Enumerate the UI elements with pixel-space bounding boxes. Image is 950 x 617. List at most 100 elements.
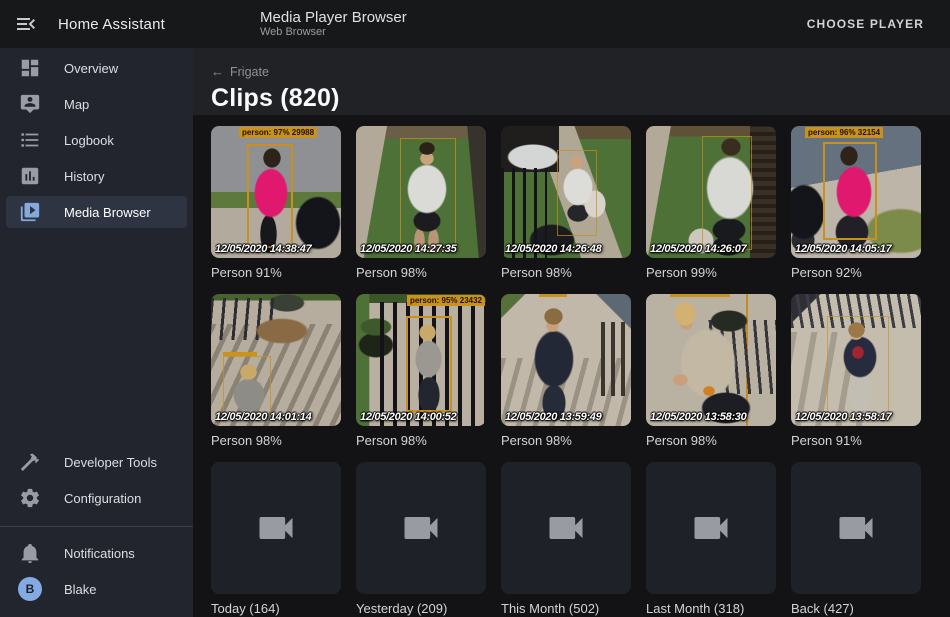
folder-thumbnail [501, 462, 631, 594]
detection-overlay-label: person: 97% 29988 [239, 127, 317, 138]
sidebar-bottom: Developer Tools Configuration Notificatio… [0, 446, 193, 617]
sidebar-item-label: History [64, 169, 104, 184]
clip-thumbnail: 12/05/2020 13:59:49 [501, 294, 631, 426]
sidebar-toggle-button[interactable] [14, 12, 38, 36]
history-icon [18, 164, 42, 188]
sidebar-item-label: Overview [64, 61, 118, 76]
clip-card[interactable]: 12/05/2020 14:26:48 Person 98% [501, 126, 631, 281]
breadcrumb-label: Frigate [230, 65, 269, 79]
back-arrow-icon: ← [211, 64, 224, 79]
sidebar-item-notifications[interactable]: Notifications [6, 537, 187, 569]
clip-label: Person 91% [211, 265, 341, 281]
clips-grid: person: 97% 29988 12/05/2020 14:38:47 Pe… [193, 115, 950, 617]
clip-thumbnail: person: 95% 23432 12/05/2020 14:00:52 [356, 294, 486, 426]
sidebar-item-profile[interactable]: B Blake [6, 573, 187, 605]
sidebar-item-map[interactable]: Map [6, 88, 187, 120]
sidebar-item-logbook[interactable]: Logbook [6, 124, 187, 156]
app-title: Home Assistant [58, 16, 165, 33]
detection-bbox [823, 142, 877, 240]
clip-label: Person 92% [791, 265, 921, 281]
folder-card[interactable]: Last Month (318) [646, 462, 776, 617]
sidebar-bottom-items: Developer Tools Configuration [0, 446, 193, 514]
clip-card[interactable]: person: 96% 32154 12/05/2020 14:05:17 Pe… [791, 126, 921, 281]
detection-bbox [223, 356, 271, 416]
folder-thumbnail [646, 462, 776, 594]
clip-label: Person 98% [356, 433, 486, 449]
sidebar-item-history[interactable]: History [6, 160, 187, 192]
clip-label: Person 98% [501, 433, 631, 449]
clip-thumbnail: 12/05/2020 14:26:48 [501, 126, 631, 258]
page-subtitle: Web Browser [260, 26, 407, 39]
logbook-icon [18, 128, 42, 152]
clip-thumbnail: 12/05/2020 13:58:17 [791, 294, 921, 426]
clip-timestamp-overlay: 12/05/2020 14:26:48 [505, 243, 629, 255]
clip-thumbnail: 12/05/2020 14:01:14 [211, 294, 341, 426]
sidebar: Overview Map Logbook History Media Browser D… [0, 48, 193, 617]
folder-thumbnail [211, 462, 341, 594]
bell-icon [18, 541, 42, 565]
map-icon [18, 92, 42, 116]
folder-label: Yesterday (209) [356, 601, 486, 617]
sidebar-item-configuration[interactable]: Configuration [6, 482, 187, 514]
clip-label: Person 91% [791, 433, 921, 449]
videocam-icon [689, 506, 733, 550]
sidebar-item-label: Notifications [64, 546, 135, 561]
folder-card[interactable]: Today (164) [211, 462, 341, 617]
folder-label: Last Month (318) [646, 601, 776, 617]
clip-thumbnail: 12/05/2020 14:26:07 [646, 126, 776, 258]
sidebar-top-items: Overview Map Logbook History Media Browser [0, 48, 193, 228]
topbar-left: Home Assistant [0, 12, 193, 36]
clip-timestamp-overlay: 12/05/2020 13:59:49 [505, 411, 629, 423]
page-heading: Clips (820) [211, 84, 932, 113]
content-header: ← Frigate Clips (820) [193, 48, 950, 115]
clip-card[interactable]: person: 97% 29988 12/05/2020 14:38:47 Pe… [211, 126, 341, 281]
folder-card[interactable]: Back (427) [791, 462, 921, 617]
clip-timestamp-overlay: 12/05/2020 14:05:17 [795, 243, 919, 255]
detection-bbox [247, 144, 293, 248]
detection-overlay-label: person: 95% 23432 [407, 295, 485, 306]
clip-card[interactable]: 12/05/2020 14:27:35 Person 98% [356, 126, 486, 281]
folder-card[interactable]: This Month (502) [501, 462, 631, 617]
main-content: ← Frigate Clips (820) person: 97% 29988 … [193, 48, 950, 617]
sidebar-item-developer-tools[interactable]: Developer Tools [6, 446, 187, 478]
breadcrumb-back[interactable]: ← Frigate [211, 64, 269, 79]
clip-card[interactable]: person: 95% 23432 12/05/2020 14:00:52 Pe… [356, 294, 486, 449]
clip-label: Person 98% [501, 265, 631, 281]
page-title: Media Player Browser [260, 9, 407, 26]
detection-bbox [400, 138, 456, 250]
folder-label: Back (427) [791, 601, 921, 617]
hammer-icon [18, 450, 42, 474]
folder-thumbnail [356, 462, 486, 594]
sidebar-item-label: Developer Tools [64, 455, 157, 470]
sidebar-item-label: Media Browser [64, 205, 151, 220]
clip-thumbnail: person: 96% 32154 12/05/2020 14:05:17 [791, 126, 921, 258]
clip-timestamp-overlay: 12/05/2020 14:38:47 [215, 243, 339, 255]
detection-overlay-label: person: 96% 32154 [805, 127, 883, 138]
folder-label: Today (164) [211, 601, 341, 617]
sidebar-item-media-browser[interactable]: Media Browser [6, 196, 187, 228]
clip-timestamp-overlay: 12/05/2020 14:26:07 [650, 243, 774, 255]
choose-player-button[interactable]: CHOOSE PLAYER [799, 9, 932, 39]
clip-card[interactable]: 12/05/2020 13:59:49 Person 98% [501, 294, 631, 449]
folder-thumbnail [791, 462, 921, 594]
videocam-icon [834, 506, 878, 550]
sidebar-item-overview[interactable]: Overview [6, 52, 187, 84]
view-dashboard-icon [18, 56, 42, 80]
clip-label: Person 98% [646, 433, 776, 449]
clip-card[interactable]: 12/05/2020 14:26:07 Person 99% [646, 126, 776, 281]
sidebar-item-label: Configuration [64, 491, 141, 506]
clip-label: Person 99% [646, 265, 776, 281]
clip-card[interactable]: 12/05/2020 13:58:17 Person 91% [791, 294, 921, 449]
clip-card[interactable]: 12/05/2020 13:58:30 Person 98% [646, 294, 776, 449]
sidebar-item-label: Logbook [64, 133, 114, 148]
clip-timestamp-overlay: 12/05/2020 14:00:52 [360, 411, 484, 423]
detection-bbox [406, 316, 452, 412]
clip-timestamp-overlay: 12/05/2020 14:27:35 [360, 243, 484, 255]
avatar: B [18, 577, 42, 601]
clip-label: Person 98% [211, 433, 341, 449]
videocam-icon [399, 506, 443, 550]
clip-label: Person 98% [356, 265, 486, 281]
folder-card[interactable]: Yesterday (209) [356, 462, 486, 617]
clip-timestamp-overlay: 12/05/2020 14:01:14 [215, 411, 339, 423]
clip-card[interactable]: 12/05/2020 14:01:14 Person 98% [211, 294, 341, 449]
